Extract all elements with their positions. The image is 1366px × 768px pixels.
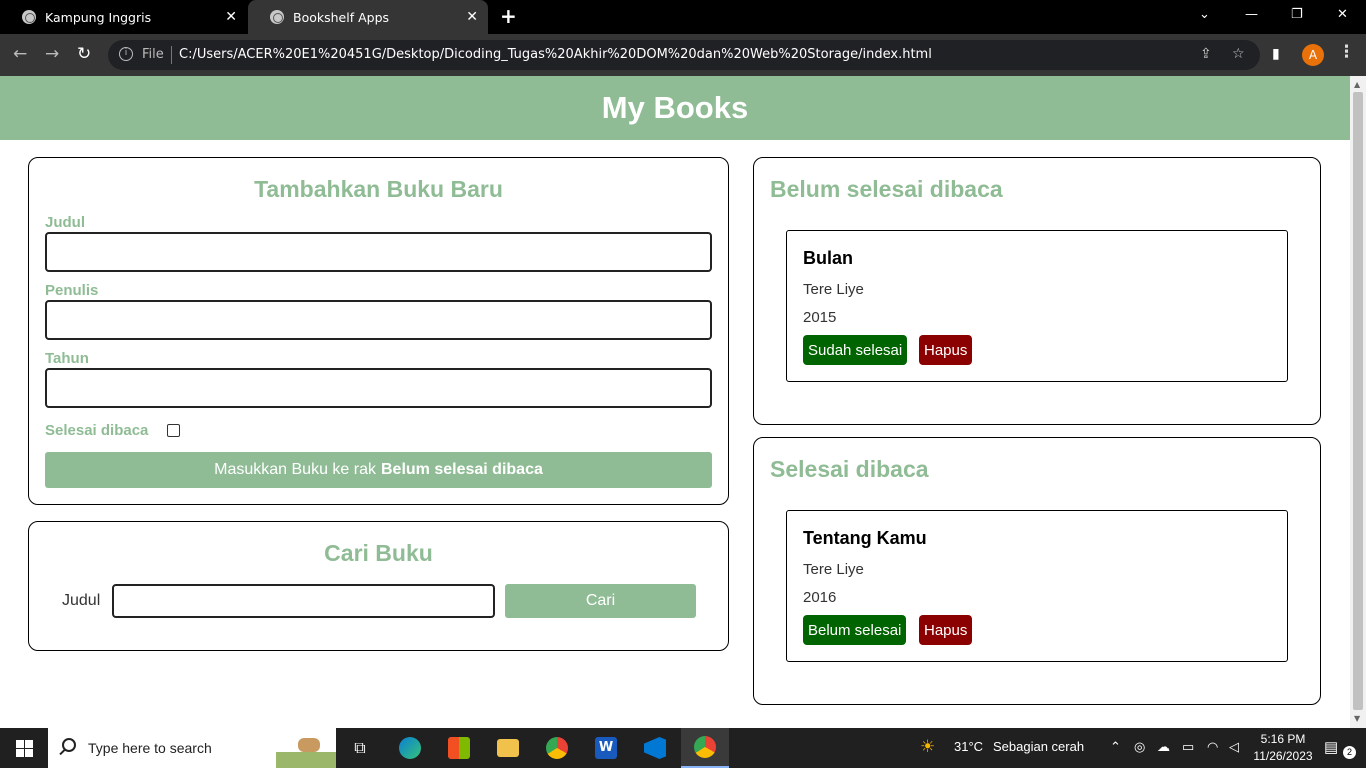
address-bar[interactable]: i File C:/Users/ACER%20E1%20451G/Desktop… [108, 40, 1260, 70]
search-title-input[interactable] [112, 584, 495, 618]
vscode-icon[interactable] [631, 728, 679, 768]
tab-kampung-inggris[interactable]: Kampung Inggris ✕ [0, 0, 247, 34]
side-panel-icon[interactable]: ▮ [1272, 46, 1280, 62]
windows-taskbar: Type here to search ⧉ W ☀ 31°C Sebagian … [0, 728, 1366, 768]
search-section: Cari Buku Judul Cari [28, 521, 729, 651]
edge-icon[interactable] [386, 728, 434, 768]
mark-incomplete-button[interactable]: Belum selesai [803, 615, 907, 645]
globe-icon [22, 10, 36, 24]
meet-now-icon[interactable]: ◎ [1134, 739, 1145, 755]
tab-title: Bookshelf Apps [293, 9, 390, 25]
url-text[interactable]: C:/Users/ACER%20E1%20451G/Desktop/Dicodi… [179, 47, 932, 62]
author-label: Penulis [45, 282, 99, 299]
incomplete-bookshelf: Belum selesai dibaca Bulan Tere Liye 201… [753, 157, 1321, 425]
chrome-icon[interactable] [533, 728, 581, 768]
clock-date: 11/26/2023 [1253, 749, 1313, 763]
taskbar-search-box[interactable]: Type here to search [48, 728, 336, 768]
book-year: 2016 [803, 589, 837, 606]
submit-target-shelf: Belum selesai dibaca [381, 461, 543, 478]
close-tab-icon[interactable]: ✕ [466, 9, 478, 25]
chrome-profile-icon[interactable] [681, 728, 729, 768]
year-label: Tahun [45, 350, 89, 367]
divider [171, 46, 172, 64]
book-year-input[interactable] [45, 368, 712, 408]
search-title: Cari Buku [324, 540, 433, 566]
shelf-title: Selesai dibaca [770, 456, 929, 482]
battery-icon[interactable]: ▭ [1182, 739, 1194, 755]
page-title: My Books [601, 90, 749, 125]
book-title: Tentang Kamu [803, 528, 927, 548]
close-tab-icon[interactable]: ✕ [225, 9, 237, 25]
add-book-section: Tambahkan Buku Baru Judul Penulis Tahun … [28, 157, 729, 505]
menu-icon[interactable]: ⋮ [1338, 42, 1355, 62]
complete-label: Selesai dibaca [45, 422, 149, 439]
close-window-button[interactable]: ✕ [1337, 7, 1348, 22]
minimize-button[interactable]: — [1245, 7, 1258, 22]
word-icon[interactable]: W [582, 728, 630, 768]
mark-complete-button[interactable]: Sudah selesai [803, 335, 908, 365]
book-author: Tere Liye [803, 561, 864, 578]
search-icon [62, 738, 76, 752]
notification-center-icon[interactable]: ▤ [1324, 738, 1338, 756]
file-explorer-icon[interactable] [484, 728, 532, 768]
globe-icon [270, 10, 284, 24]
taskbar-clock[interactable]: 5:16 PM 11/26/2023 [1252, 731, 1314, 765]
tab-bookshelf-apps[interactable]: Bookshelf Apps ✕ [248, 0, 488, 34]
taskbar-search-placeholder: Type here to search [88, 740, 212, 756]
weather-icon[interactable]: ☀ [920, 737, 935, 757]
show-hidden-icons-chevron-icon[interactable]: ⌃ [1110, 739, 1121, 755]
bookmark-star-icon[interactable]: ☆ [1232, 46, 1245, 62]
search-button[interactable]: Cari [505, 584, 696, 618]
delete-book-button[interactable]: Hapus [919, 335, 973, 365]
page-viewport: My Books Tambahkan Buku Baru Judul Penul… [0, 76, 1350, 728]
title-label: Judul [45, 214, 85, 231]
onedrive-cloud-icon[interactable]: ☁ [1157, 739, 1170, 755]
scroll-thumb[interactable] [1353, 92, 1363, 710]
complete-checkbox[interactable] [167, 424, 180, 437]
new-tab-button[interactable]: + [500, 4, 517, 28]
scroll-down-arrow-icon[interactable]: ▼ [1354, 714, 1360, 723]
reload-icon[interactable]: ↻ [77, 44, 91, 64]
book-author-input[interactable] [45, 300, 712, 340]
page-header: My Books [0, 76, 1350, 140]
book-author: Tere Liye [803, 281, 864, 298]
info-icon[interactable]: i [119, 47, 133, 61]
tab-title: Kampung Inggris [45, 9, 152, 25]
search-highlight-deer-image [276, 728, 336, 768]
delete-book-button[interactable]: Hapus [919, 615, 973, 645]
tab-search-icon[interactable]: ⌄ [1199, 7, 1210, 22]
book-year: 2015 [803, 309, 837, 326]
scheme-label: File [142, 47, 164, 62]
windows-start-icon[interactable] [16, 740, 33, 757]
weather-description[interactable]: Sebagian cerah [993, 739, 1084, 754]
share-icon[interactable]: ⇪ [1200, 46, 1212, 62]
volume-icon[interactable]: ◁ [1229, 739, 1239, 755]
page-scrollbar[interactable]: ▲ ▼ [1350, 76, 1366, 728]
browser-tab-strip: Kampung Inggris ✕ Bookshelf Apps ✕ + ⌄ —… [0, 0, 1366, 34]
weather-temperature[interactable]: 31°C [954, 739, 983, 754]
book-item: Bulan Tere Liye 2015 Sudah selesai Hapus [786, 230, 1288, 382]
restore-button[interactable]: ❐ [1291, 7, 1303, 22]
forward-icon[interactable]: → [45, 44, 59, 64]
submit-book-button[interactable]: Masukkan Buku ke rak Belum selesai dibac… [45, 452, 712, 488]
search-label: Judul [62, 592, 101, 609]
complete-bookshelf: Selesai dibaca Tentang Kamu Tere Liye 20… [753, 437, 1321, 705]
back-icon[interactable]: ← [13, 44, 27, 64]
book-item: Tentang Kamu Tere Liye 2016 Belum selesa… [786, 510, 1288, 662]
microsoft-store-icon[interactable] [435, 728, 483, 768]
shelf-title: Belum selesai dibaca [770, 176, 1003, 202]
profile-avatar[interactable]: A [1302, 44, 1324, 66]
book-title: Bulan [803, 248, 854, 268]
clock-time: 5:16 PM [1260, 732, 1306, 746]
task-view-icon[interactable]: ⧉ [336, 728, 384, 768]
scroll-up-arrow-icon[interactable]: ▲ [1354, 80, 1360, 89]
browser-toolbar: ← → ↻ i File C:/Users/ACER%20E1%20451G/D… [0, 34, 1366, 76]
book-title-input[interactable] [45, 232, 712, 272]
submit-prefix: Masukkan Buku ke rak [214, 461, 376, 478]
add-book-title: Tambahkan Buku Baru [254, 176, 503, 202]
notification-count-badge: 2 [1343, 746, 1356, 759]
wifi-icon[interactable]: ◠ [1207, 739, 1218, 755]
